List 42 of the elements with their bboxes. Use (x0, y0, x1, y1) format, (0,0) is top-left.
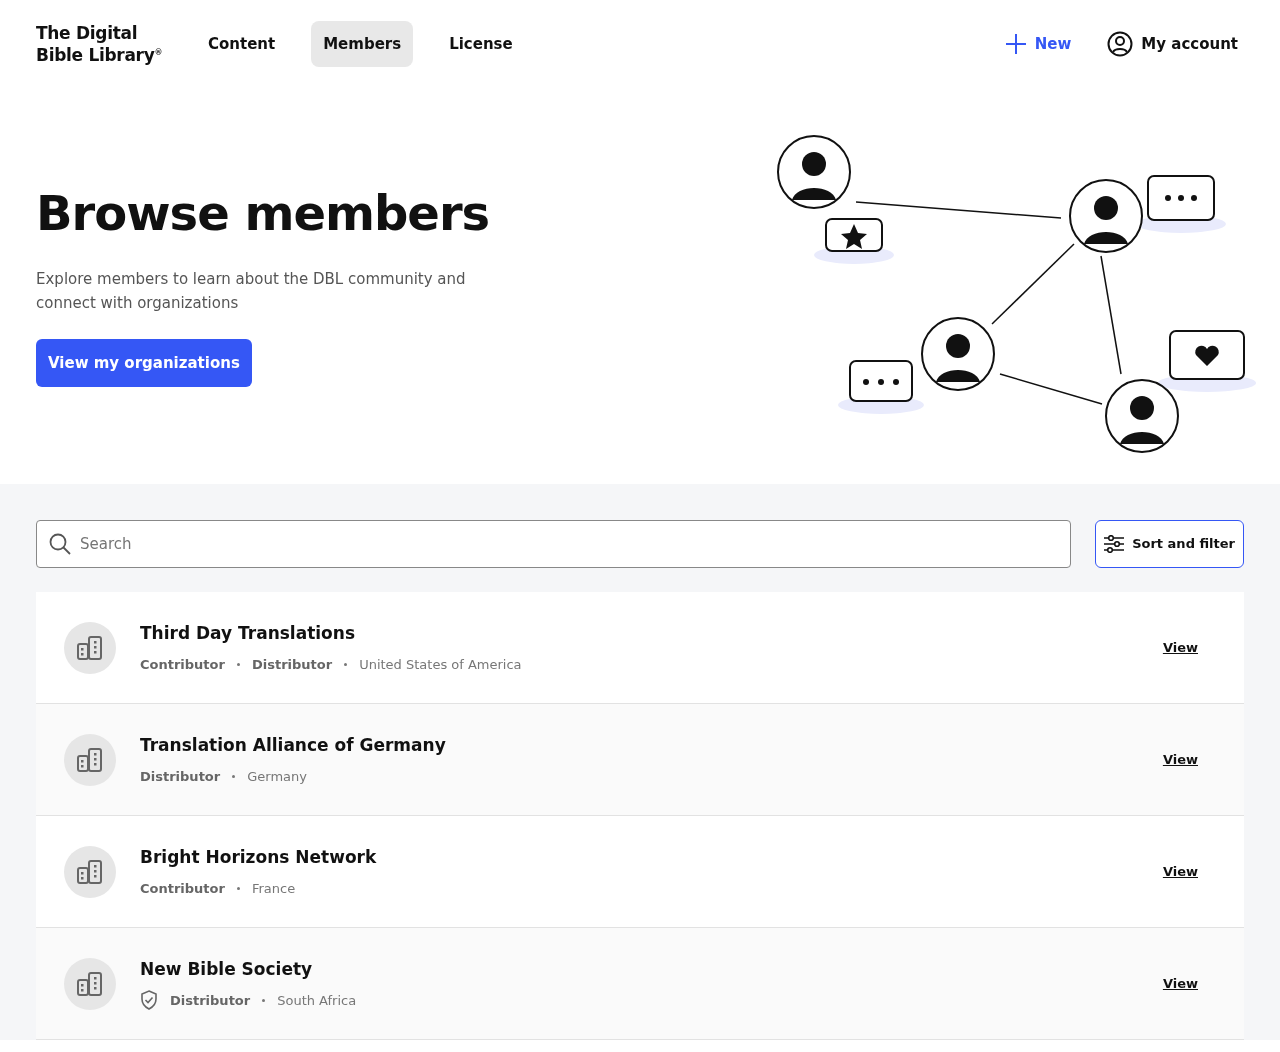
separator-dot (236, 662, 240, 666)
member-country: United States of America (359, 655, 522, 674)
user-icon (1107, 31, 1134, 57)
separator-dot (344, 662, 348, 666)
search-field[interactable]: Search (36, 520, 1072, 568)
view-link[interactable]: View (1162, 861, 1198, 882)
member-name: Third Day Translations (140, 622, 356, 645)
building-icon (76, 633, 104, 662)
view-link[interactable]: View (1162, 749, 1198, 770)
building-icon (76, 745, 104, 774)
search-icon (49, 533, 71, 555)
page-title: Browse members (36, 184, 491, 243)
sliders-icon (1104, 535, 1125, 553)
account-button[interactable]: My account (1101, 30, 1244, 58)
member-name: Bright Horizons Network (140, 846, 377, 869)
member-role: Distributor (170, 991, 251, 1010)
member-role: Contributor (140, 879, 225, 898)
new-button[interactable]: New (998, 31, 1078, 57)
separator-dot (262, 998, 266, 1002)
nav-tab[interactable]: License (437, 20, 525, 68)
member-role: Distributor (140, 767, 221, 786)
member-role: Distributor (251, 655, 333, 674)
plus-icon (1004, 33, 1027, 55)
member-country: South Africa (277, 991, 357, 1010)
view-link[interactable]: View (1162, 637, 1198, 658)
building-icon (76, 969, 104, 998)
member-country: Germany (247, 767, 307, 786)
member-name: Translation Alliance of Germany (140, 734, 446, 757)
member-country: France (251, 879, 296, 898)
nav-tab[interactable]: Members (311, 20, 414, 68)
sort-filter-button[interactable]: Sort and filter (1095, 520, 1244, 568)
separator-dot (232, 774, 236, 778)
view-link[interactable]: View (1162, 973, 1198, 994)
hero-description: Explore members to learn about the DBL community and connect with organizations (36, 268, 467, 314)
shield-check-icon (140, 990, 158, 1011)
member-name: New Bible Society (140, 957, 314, 981)
organizations-button[interactable]: View my organizations (36, 338, 252, 388)
separator-dot (236, 886, 240, 890)
nav-tab[interactable]: Content (196, 20, 288, 68)
logo[interactable]: The Digital Bible Library$^{®}$ (36, 22, 164, 66)
member-role: Contributor (140, 655, 225, 674)
building-icon (76, 857, 104, 886)
